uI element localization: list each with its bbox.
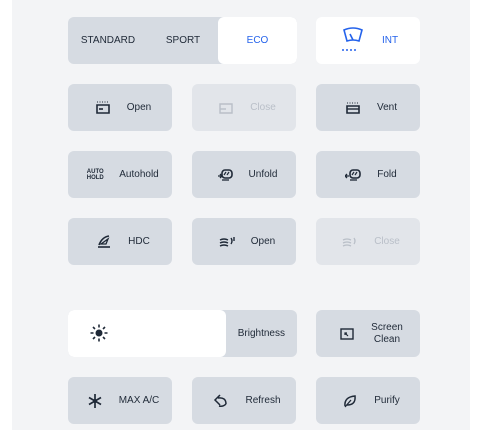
- mirror-fold-label: Fold: [377, 169, 397, 180]
- purify-button[interactable]: Purify: [316, 377, 420, 424]
- mode-eco[interactable]: ECO: [218, 17, 297, 64]
- leaf-icon: [336, 392, 364, 410]
- mode-standard-label: STANDARD: [80, 35, 136, 46]
- snowflake-icon: [81, 392, 109, 410]
- autohold-label: Autohold: [119, 169, 159, 180]
- vent-icon: [339, 99, 367, 117]
- window-open-label: Open: [250, 236, 276, 247]
- mirror-unfold-label: Unfold: [248, 169, 278, 180]
- screen-clean-label: Screen Clean: [371, 322, 403, 346]
- sun-icon: [90, 324, 108, 342]
- refresh-icon: [207, 392, 235, 410]
- max-ac-label: MAX A/C: [118, 395, 160, 406]
- screen-clean-line1: Screen: [371, 321, 403, 333]
- window-open-icon: [213, 233, 241, 251]
- wiper-icon: [338, 26, 368, 55]
- screen-clean-line2: Clean: [373, 333, 401, 345]
- refresh-label: Refresh: [245, 395, 281, 406]
- trunk-open-label: Open: [126, 102, 152, 113]
- trunk-close-label: Close: [250, 102, 276, 113]
- drive-mode-selector: STANDARD SPORT ECO: [68, 17, 297, 64]
- autohold-button[interactable]: AUTO HOLD Autohold: [68, 151, 172, 198]
- mirror-fold-icon: [339, 166, 367, 184]
- mode-standard[interactable]: STANDARD: [68, 17, 148, 64]
- vent-label: Vent: [376, 102, 398, 113]
- window-close-button[interactable]: Close: [316, 218, 420, 265]
- vent-button[interactable]: Vent: [316, 84, 420, 131]
- wiper-int-button[interactable]: INT: [316, 17, 420, 64]
- mode-eco-label: ECO: [246, 35, 269, 46]
- mirror-unfold-button[interactable]: Unfold: [192, 151, 296, 198]
- brightness-slider[interactable]: Brightness: [68, 310, 297, 357]
- mode-sport-label: SPORT: [165, 35, 201, 46]
- wiper-int-label: INT: [381, 35, 399, 46]
- trunk-open-icon: [89, 99, 117, 117]
- hdc-label: HDC: [128, 236, 150, 247]
- purify-label: Purify: [374, 395, 400, 406]
- brightness-label: Brightness: [237, 328, 285, 339]
- screen-clean-button[interactable]: Screen Clean: [316, 310, 420, 357]
- refresh-button[interactable]: Refresh: [192, 377, 296, 424]
- mirror-unfold-icon: [211, 166, 239, 184]
- max-ac-button[interactable]: MAX A/C: [68, 377, 172, 424]
- trunk-close-button[interactable]: Close: [192, 84, 296, 131]
- trunk-close-icon: [212, 99, 240, 117]
- autohold-icon-text-bottom: HOLD: [86, 174, 104, 181]
- mirror-fold-button[interactable]: Fold: [316, 151, 420, 198]
- window-open-button[interactable]: Open: [192, 218, 296, 265]
- autohold-icon: AUTO HOLD: [81, 166, 109, 184]
- trunk-open-button[interactable]: Open: [68, 84, 172, 131]
- window-close-icon: [336, 233, 364, 251]
- hdc-icon: [90, 233, 118, 251]
- mode-sport[interactable]: SPORT: [148, 17, 218, 64]
- hdc-button[interactable]: HDC: [68, 218, 172, 265]
- control-panel: [12, 0, 470, 430]
- screen-clean-icon: [333, 325, 361, 343]
- window-close-label: Close: [374, 236, 400, 247]
